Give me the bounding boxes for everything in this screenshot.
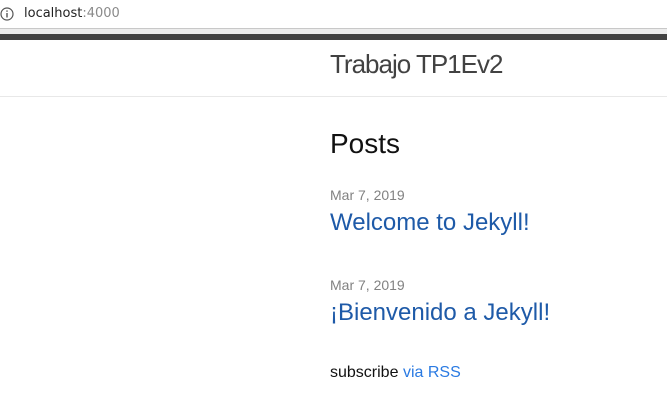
url-port: :4000 bbox=[82, 6, 120, 21]
rss-subscribe: subscribe via RSS bbox=[330, 364, 461, 382]
post-date: Mar 7, 2019 bbox=[330, 187, 405, 203]
site-title-link[interactable]: Trabajo TP1Ev2 bbox=[330, 49, 503, 80]
site-header: Trabajo TP1Ev2 bbox=[0, 40, 667, 97]
post-date: Mar 7, 2019 bbox=[330, 277, 405, 293]
post-link-welcome[interactable]: Welcome to Jekyll! bbox=[330, 209, 530, 237]
info-icon[interactable] bbox=[0, 7, 14, 21]
address-bar[interactable]: localhost:4000 bbox=[0, 0, 667, 29]
url-text[interactable]: localhost:4000 bbox=[24, 6, 120, 22]
rss-prefix: subscribe bbox=[330, 364, 399, 381]
url-host: localhost bbox=[24, 6, 83, 21]
post-link-bienvenido[interactable]: ¡Bienvenido a Jekyll! bbox=[330, 299, 550, 327]
rss-link[interactable]: via RSS bbox=[403, 364, 461, 381]
page-heading: Posts bbox=[330, 128, 401, 159]
